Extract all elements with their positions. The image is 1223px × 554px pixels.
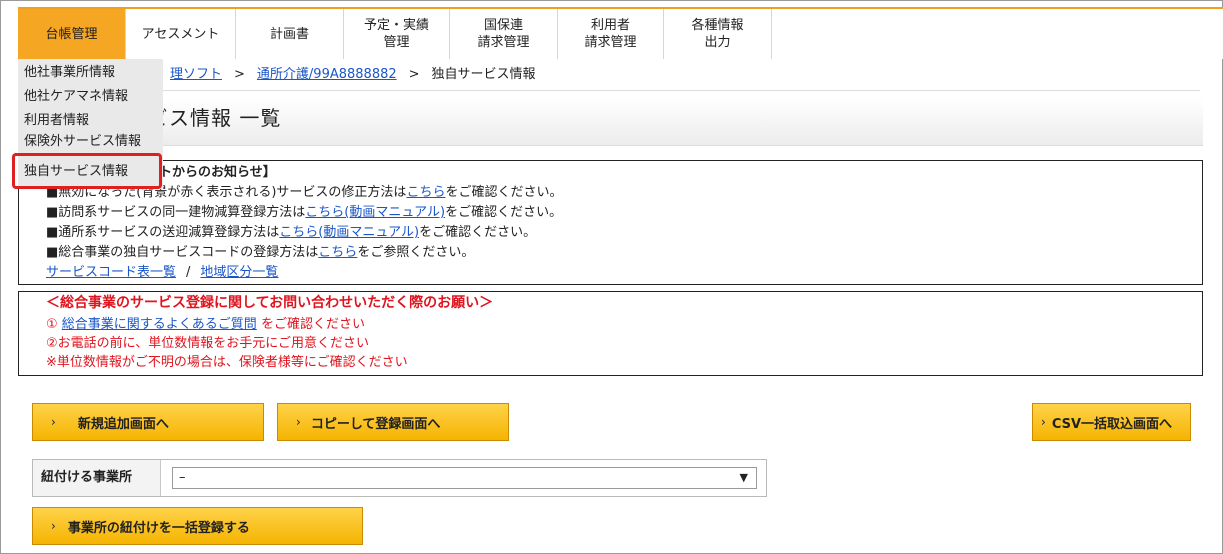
dropdown-arrow-icon: ▼ xyxy=(739,471,748,484)
breadcrumb: 理ソフト > 通所介護/99A8888882 > 独自サービス情報 xyxy=(18,64,1198,86)
breadcrumb-separator: > xyxy=(234,67,245,82)
nav-tab-user-billing[interactable]: 利用者 請求管理 xyxy=(558,9,664,59)
warning-text: ① xyxy=(46,317,62,332)
notice-line: ■訪問系サービスの同一建物減算登録方法はこちら(動画マニュアル)をご確認ください… xyxy=(46,203,562,222)
office-select-label: 紐付ける事業所 xyxy=(33,460,161,496)
notice-text: をご確認ください。 xyxy=(445,185,563,200)
nav-tab-label: アセスメント xyxy=(141,26,220,42)
button-label: CSV一括取込画面へ xyxy=(1051,416,1173,432)
warning-line: ※単位数情報がご不明の場合は、保険者様等にご確認ください xyxy=(46,355,408,370)
notice-separator: / xyxy=(186,265,191,280)
dropdown-item-user-info[interactable]: 利用者情報 xyxy=(18,109,163,133)
nav-tab-label: 予定・実績 管理 xyxy=(363,18,429,50)
notice-line: ■総合事業の独自サービスコードの登録方法はこちらをご参照ください。 xyxy=(46,243,474,262)
office-select-value: – xyxy=(179,470,186,485)
breadcrumb-divider xyxy=(160,90,1200,91)
copy-register-button[interactable]: › コピーして登録画面へ xyxy=(277,403,509,441)
notice-text: ■通所系サービスの送迎減算登録方法は xyxy=(46,225,280,240)
nav-tab-output[interactable]: 各種情報 出力 xyxy=(664,9,772,59)
notice-heading: ートからのお知らせ】 xyxy=(146,165,276,180)
nav-tab-schedule[interactable]: 予定・実績 管理 xyxy=(344,9,450,59)
chevron-right-icon: › xyxy=(51,519,56,533)
breadcrumb-separator: > xyxy=(408,67,420,82)
notice-link[interactable]: こちら xyxy=(318,245,357,260)
warning-text: をご確認ください xyxy=(256,317,365,332)
dropdown-item-own-service[interactable]: 独自サービス情報 xyxy=(24,160,128,184)
chevron-right-icon: › xyxy=(1041,415,1046,429)
notice-text: ■総合事業の独自サービスコードの登録方法は xyxy=(46,245,319,260)
button-label: 事業所の紐付けを一括登録する xyxy=(67,520,250,536)
dropdown-item-uninsured-service[interactable]: 保険外サービス情報 xyxy=(18,133,163,151)
nav-tab-nhi-billing[interactable]: 国保連 請求管理 xyxy=(450,9,558,59)
warning-line: ②お電話の前に、単位数情報をお手元にご用意ください xyxy=(46,336,370,351)
new-entry-button[interactable]: › 新規追加画面へ xyxy=(32,403,264,441)
notice-text: をご確認ください。 xyxy=(445,205,563,220)
page-title: ビス情報 一覧 xyxy=(148,106,282,130)
nav-tab-plan[interactable]: 計画書 xyxy=(236,9,344,59)
faq-link[interactable]: 総合事業に関するよくあるご質問 xyxy=(62,317,257,332)
notice-link[interactable]: こちら(動画マニュアル) xyxy=(279,225,419,240)
breadcrumb-link-office[interactable]: 通所介護/99A8888882 xyxy=(257,67,397,82)
notice-links-row: サービスコード表一覧 / 地域区分一覧 xyxy=(46,263,278,282)
office-select[interactable]: – ▼ xyxy=(172,467,757,489)
warning-line: ① 総合事業に関するよくあるご質問 をご確認ください xyxy=(46,315,365,334)
service-code-list-link[interactable]: サービスコード表一覧 xyxy=(46,265,176,280)
nav-tab-label: 国保連 請求管理 xyxy=(477,18,530,50)
dropdown-item-other-caremanager[interactable]: 他社ケアマネ情報 xyxy=(18,85,163,109)
warning-heading: ＜総合事業のサービス登録に関してお問い合わせいただく際のお願い＞ xyxy=(46,295,494,311)
notice-link[interactable]: こちら xyxy=(406,185,445,200)
notice-line: ■通所系サービスの送迎減算登録方法はこちら(動画マニュアル)をご確認ください。 xyxy=(46,223,536,242)
nav-tab-label: 利用者 請求管理 xyxy=(584,18,637,50)
nav-tab-assessment[interactable]: アセスメント xyxy=(126,9,236,59)
notice-text: をご参照ください。 xyxy=(357,245,475,260)
nav-tab-ledger[interactable]: 台帳管理 xyxy=(18,9,126,59)
top-nav: 台帳管理 アセスメント 計画書 予定・実績 管理 国保連 請求管理 利用者 請求… xyxy=(18,7,1223,59)
breadcrumb-current: 独自サービス情報 xyxy=(431,67,536,82)
notice-link[interactable]: こちら(動画マニュアル) xyxy=(305,205,445,220)
csv-import-button[interactable]: › CSV一括取込画面へ xyxy=(1032,403,1191,441)
button-label: コピーして登録画面へ xyxy=(310,416,441,432)
dropdown-item-other-office[interactable]: 他社事業所情報 xyxy=(18,61,163,85)
notice-text: ■訪問系サービスの同一建物減算登録方法は xyxy=(46,205,306,220)
bulk-link-register-button[interactable]: › 事業所の紐付けを一括登録する xyxy=(32,507,363,545)
notice-text: をご確認ください。 xyxy=(419,225,537,240)
breadcrumb-link-software[interactable]: 理ソフト xyxy=(170,67,222,82)
chevron-right-icon: › xyxy=(296,415,301,429)
nav-tab-label: 各種情報 出力 xyxy=(691,18,744,50)
nav-tab-label: 計画書 xyxy=(269,26,309,42)
nav-tab-label: 台帳管理 xyxy=(45,26,98,42)
region-list-link[interactable]: 地域区分一覧 xyxy=(200,265,278,280)
button-label: 新規追加画面へ xyxy=(77,416,169,432)
chevron-right-icon: › xyxy=(51,415,56,429)
